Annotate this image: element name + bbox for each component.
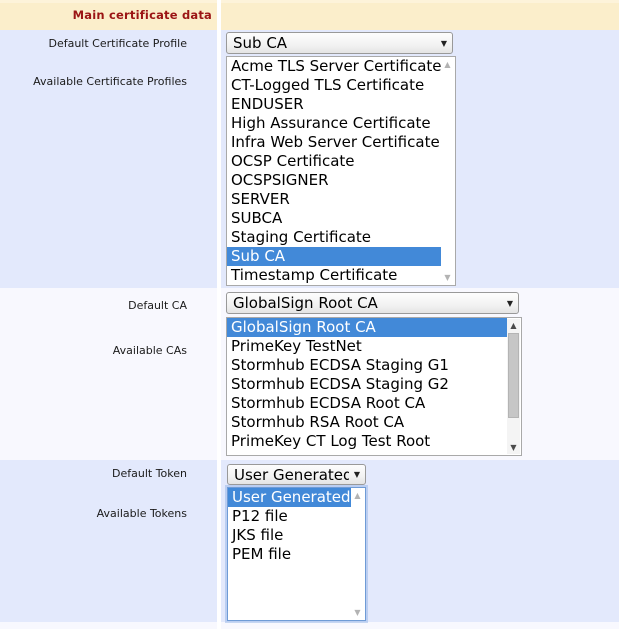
listbox-option-selected[interactable]: Sub CA [227, 247, 441, 266]
scroll-up-icon[interactable]: ▲ [441, 58, 454, 71]
available-certificate-profiles-label: Available Certificate Profiles [0, 75, 187, 88]
available-cas-label: Available CAs [0, 344, 187, 357]
listbox-options: User Generated P12 file JKS file PEM fil… [228, 488, 351, 620]
listbox-option[interactable]: Staging Certificate [227, 228, 441, 247]
certificate-data-panel: Main certificate data Default Certificat… [0, 0, 619, 629]
listbox-option[interactable]: Stormhub ECDSA Staging G1 [227, 356, 507, 375]
available-certificate-profiles-listbox[interactable]: Acme TLS Server Certificate CT-Logged TL… [226, 56, 456, 286]
scroll-down-icon[interactable]: ▼ [351, 606, 364, 619]
listbox-option[interactable]: Acme TLS Server Certificate [227, 57, 441, 76]
listbox-option[interactable]: OCSPSIGNER [227, 171, 441, 190]
listbox-option[interactable]: PEM file [228, 545, 351, 564]
listbox-option[interactable]: Stormhub RSA Root CA [227, 413, 507, 432]
scrollbar[interactable]: ▲ ▼ [441, 58, 454, 284]
listbox-option[interactable]: OCSP Certificate [227, 152, 441, 171]
available-tokens-listbox[interactable]: User Generated P12 file JKS file PEM fil… [227, 487, 366, 621]
default-ca-label: Default CA [0, 299, 187, 312]
listbox-option[interactable]: ENDUSER [227, 95, 441, 114]
listbox-option[interactable]: CT-Logged TLS Certificate [227, 76, 441, 95]
default-certificate-profile-select[interactable]: Sub CA ▼ [226, 32, 453, 54]
listbox-option[interactable]: Stormhub ECDSA Root CA [227, 394, 507, 413]
chevron-down-icon: ▼ [502, 299, 518, 308]
default-ca-value: GlobalSign Root CA [227, 294, 502, 312]
available-cas-listbox[interactable]: GlobalSign Root CA PrimeKey TestNet Stor… [226, 317, 522, 456]
listbox-option[interactable]: SUBCA [227, 209, 441, 228]
listbox-option[interactable]: Stormhub ECDSA Staging G2 [227, 375, 507, 394]
scroll-up-icon[interactable]: ▲ [351, 489, 364, 502]
scroll-down-icon[interactable]: ▼ [507, 441, 520, 454]
section-title: Main certificate data [0, 8, 212, 22]
default-certificate-profile-value: Sub CA [227, 34, 436, 52]
next-row-strip [0, 622, 619, 629]
default-token-value: User Generated [228, 466, 349, 484]
listbox-options: Acme TLS Server Certificate CT-Logged TL… [227, 57, 441, 285]
default-token-select[interactable]: User Generated ▼ [227, 464, 366, 485]
listbox-option[interactable]: SERVER [227, 190, 441, 209]
listbox-option[interactable]: Infra Web Server Certificate [227, 133, 441, 152]
default-certificate-profile-label: Default Certificate Profile [0, 37, 187, 50]
listbox-option-selected[interactable]: User Generated [228, 488, 351, 507]
listbox-option[interactable]: P12 file [228, 507, 351, 526]
listbox-option[interactable]: High Assurance Certificate [227, 114, 441, 133]
scrollbar-thumb[interactable] [508, 333, 519, 418]
scroll-up-icon[interactable]: ▲ [507, 319, 520, 332]
listbox-option[interactable]: JKS file [228, 526, 351, 545]
header-top-strip [0, 0, 619, 3]
listbox-option[interactable]: Timestamp Certificate [227, 266, 441, 285]
chevron-down-icon: ▼ [349, 470, 365, 479]
scrollbar[interactable]: ▲ ▼ [507, 319, 520, 454]
scrollbar[interactable]: ▲ ▼ [351, 489, 364, 619]
default-ca-select[interactable]: GlobalSign Root CA ▼ [226, 292, 519, 314]
default-token-label: Default Token [0, 467, 187, 480]
scroll-down-icon[interactable]: ▼ [441, 271, 454, 284]
listbox-option[interactable]: PrimeKey TestNet [227, 337, 507, 356]
listbox-option-selected[interactable]: GlobalSign Root CA [227, 318, 507, 337]
column-divider [217, 0, 221, 629]
listbox-option[interactable]: PrimeKey CT Log Test Root [227, 432, 507, 451]
listbox-options: GlobalSign Root CA PrimeKey TestNet Stor… [227, 318, 507, 455]
available-tokens-label: Available Tokens [0, 507, 187, 520]
chevron-down-icon: ▼ [436, 39, 452, 48]
